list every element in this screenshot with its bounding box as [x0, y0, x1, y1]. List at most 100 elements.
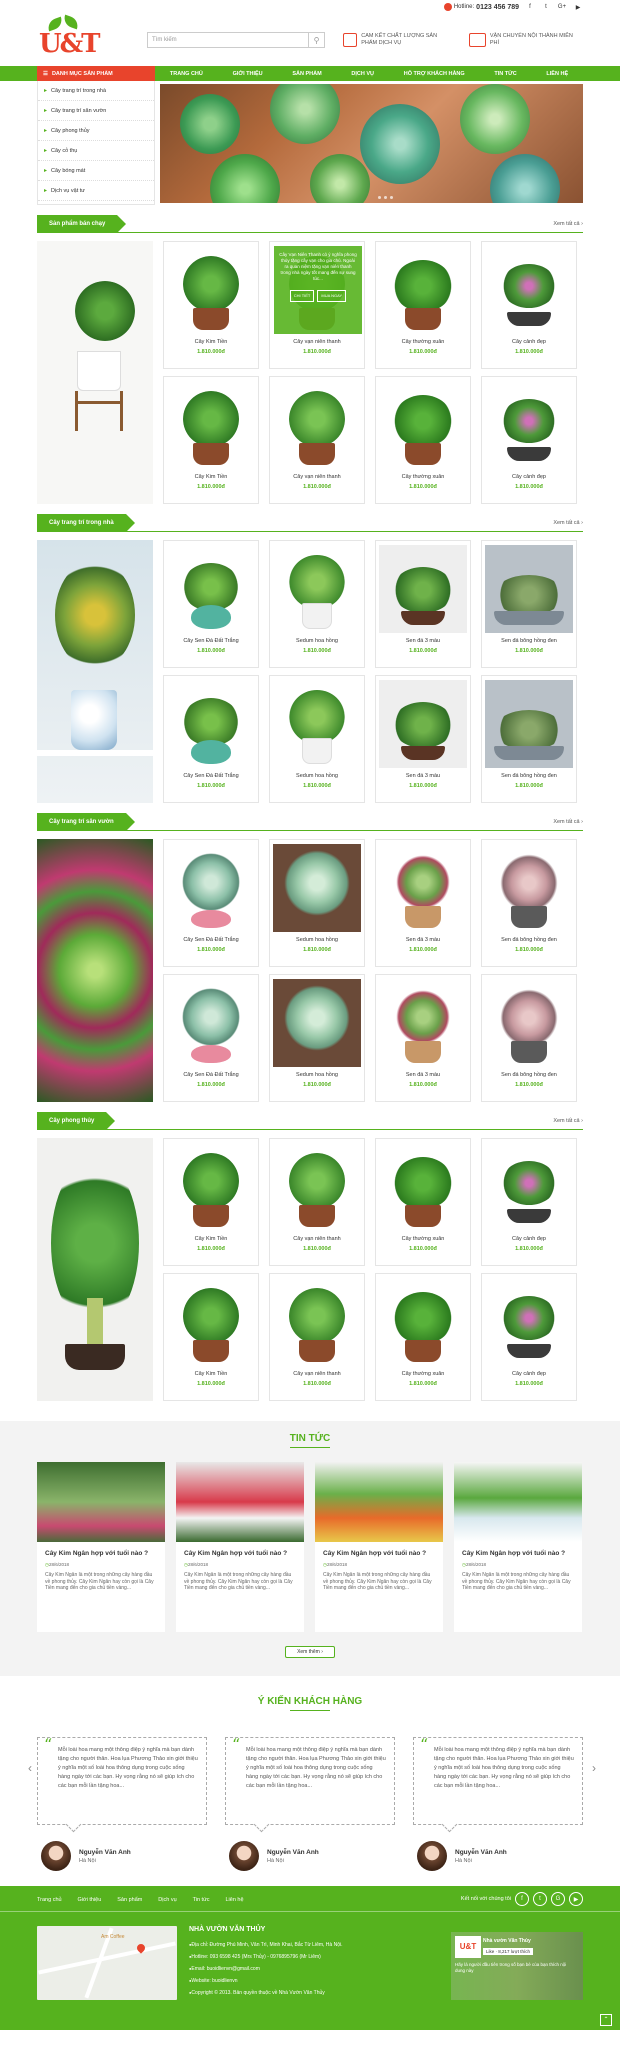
news-card-title[interactable]: Cây Kim Ngân hợp với tuổi nào ?: [454, 1542, 582, 1558]
chevron-right-icon[interactable]: ›: [592, 1761, 596, 1775]
footer-link-about[interactable]: Giới thiệu: [78, 1897, 102, 1903]
product-card[interactable]: Cây thường xuân 1.810.000đ: [375, 375, 471, 504]
map[interactable]: Am Coffee: [37, 1926, 177, 2000]
product-name[interactable]: Cây cảnh đẹp: [482, 1371, 576, 1377]
news-card[interactable]: Cây Kim Ngân hợp với tuổi nào ? 28/6/201…: [454, 1462, 582, 1632]
product-name[interactable]: Cây Sen Đá Đất Trắng: [164, 638, 258, 644]
product-name[interactable]: Cây thường xuân: [376, 1236, 470, 1242]
product-name[interactable]: Sen đá bông hồng đen: [482, 638, 576, 644]
view-all-link[interactable]: Xem tất cả ›: [553, 221, 583, 227]
product-card[interactable]: Cây Kim Tiền 1.810.000đ: [163, 375, 259, 504]
product-card[interactable]: Cây thường xuân 1.810.000đ: [375, 1272, 471, 1401]
facebook-widget[interactable]: U&T Nhà vườn Văn Thủy Like · 8,217 lượt …: [451, 1932, 583, 2000]
product-name[interactable]: Cây Kim Tiền: [164, 1371, 258, 1377]
product-name[interactable]: Sedum hoa hồng: [270, 773, 364, 779]
product-name[interactable]: Cây Kim Tiền: [164, 339, 258, 345]
footer-link-news[interactable]: Tin tức: [193, 1897, 210, 1903]
sidebar-item[interactable]: Cây trang trí sân vườn: [38, 101, 154, 121]
footer-link-contact[interactable]: Liên hệ: [225, 1897, 243, 1903]
detail-button[interactable]: CHI TIẾT: [289, 290, 315, 302]
sidebar-item[interactable]: Dịch vụ vật tư: [38, 181, 154, 201]
product-card[interactable]: Cây Vạn Niên Thanh cỏ ý nghĩa phong thủy…: [269, 241, 365, 369]
product-name[interactable]: Cây thường xuân: [376, 1371, 470, 1377]
sidebar-item[interactable]: Cây phong thủy: [38, 121, 154, 141]
product-name[interactable]: Cây Sen Đá Đất Trắng: [164, 937, 258, 943]
product-card[interactable]: Cây vạn niên thanh 1.810.000đ: [269, 1272, 365, 1401]
product-name[interactable]: Sen đá bông hồng đen: [482, 1072, 576, 1078]
product-card[interactable]: Cây vạn niên thanh 1.810.000đ: [269, 1138, 365, 1266]
google-plus-icon[interactable]: G: [551, 1892, 565, 1906]
product-card[interactable]: Cây thường xuân 1.810.000đ: [375, 1138, 471, 1266]
search-icon[interactable]: ⚲: [308, 33, 324, 47]
product-card[interactable]: Sedum hoa hồng 1.810.000đ: [269, 674, 365, 803]
youtube-icon[interactable]: ▶: [573, 4, 583, 11]
fb-like-button[interactable]: Like · 8,217 lượt thích: [483, 1948, 533, 1955]
product-card[interactable]: Cây Kim Tiền 1.810.000đ: [163, 241, 259, 369]
product-name[interactable]: Sen đá 3 màu: [376, 937, 470, 943]
product-name[interactable]: Cây vạn niên thanh: [270, 339, 364, 345]
twitter-icon[interactable]: t: [541, 4, 551, 10]
twitter-icon[interactable]: t: [533, 1892, 547, 1906]
product-card[interactable]: Cây Sen Đá Đất Trắng 1.810.000đ: [163, 839, 259, 967]
product-name[interactable]: Cây vạn niên thanh: [270, 1371, 364, 1377]
product-card[interactable]: Sen đá 3 màu 1.810.000đ: [375, 839, 471, 967]
product-card[interactable]: Sen đá 3 màu 1.810.000đ: [375, 973, 471, 1102]
product-name[interactable]: Cây vạn niên thanh: [270, 1236, 364, 1242]
section-banner-image[interactable]: [37, 839, 153, 1102]
nav-support[interactable]: HỖ TRỢ KHÁCH HÀNG: [404, 71, 465, 77]
product-name[interactable]: Cây thường xuân: [376, 474, 470, 480]
product-name[interactable]: Cây cảnh đẹp: [482, 1236, 576, 1242]
news-card-title[interactable]: Cây Kim Ngân hợp với tuổi nào ?: [315, 1542, 443, 1558]
view-all-link[interactable]: Xem tất cả ›: [553, 520, 583, 526]
product-name[interactable]: Cây vạn niên thanh: [270, 474, 364, 480]
product-card[interactable]: Cây Sen Đá Đất Trắng 1.810.000đ: [163, 540, 259, 668]
facebook-icon[interactable]: f: [515, 1892, 529, 1906]
section-banner-image[interactable]: [37, 241, 153, 504]
search-box[interactable]: Tìm kiếm ⚲: [147, 32, 325, 48]
product-card[interactable]: Sen đá 3 màu 1.810.000đ: [375, 674, 471, 803]
product-card[interactable]: Sedum hoa hồng 1.810.000đ: [269, 839, 365, 967]
news-more-button[interactable]: Xem thêm ›: [285, 1646, 335, 1658]
product-card[interactable]: Cây cảnh đẹp 1.810.000đ: [481, 1138, 577, 1266]
product-card[interactable]: Cây cảnh đẹp 1.810.000đ: [481, 1272, 577, 1401]
category-menu-button[interactable]: ☰ DANH MỤC SẢN PHẨM: [37, 66, 155, 81]
product-name[interactable]: Cây Kim Tiền: [164, 474, 258, 480]
news-card-title[interactable]: Cây Kim Ngân hợp với tuổi nào ?: [176, 1542, 304, 1558]
product-name[interactable]: Cây Sen Đá Đất Trắng: [164, 1072, 258, 1078]
news-card[interactable]: Cây Kim Ngân hợp với tuổi nào ? 28/6/201…: [176, 1462, 304, 1632]
buy-now-button[interactable]: MUA NGAY: [317, 290, 347, 302]
footer-link-home[interactable]: Trang chủ: [37, 1897, 62, 1903]
product-name[interactable]: Cây cảnh đẹp: [482, 339, 576, 345]
nav-about[interactable]: GIỚI THIỆU: [233, 71, 263, 77]
product-quickview[interactable]: Cây Vạn Niên Thanh cỏ ý nghĩa phong thủy…: [274, 246, 362, 334]
chevron-left-icon[interactable]: ‹: [28, 1761, 32, 1775]
google-plus-icon[interactable]: G+: [557, 4, 567, 10]
nav-products[interactable]: SẢN PHẨM: [292, 71, 321, 77]
news-card[interactable]: Cây Kim Ngân hợp với tuổi nào ? 28/6/201…: [37, 1462, 165, 1632]
logo[interactable]: U&T: [37, 14, 100, 63]
product-name[interactable]: Sedum hoa hồng: [270, 1072, 364, 1078]
product-card[interactable]: Cây thường xuân 1.810.000đ: [375, 241, 471, 369]
nav-services[interactable]: DỊCH VỤ: [351, 71, 374, 77]
product-card[interactable]: Cây Kim Tiền 1.810.000đ: [163, 1138, 259, 1266]
product-name[interactable]: Sen đá bông hồng đen: [482, 937, 576, 943]
product-card[interactable]: Sen đá bông hồng đen 1.810.000đ: [481, 540, 577, 668]
section-banner-image[interactable]: [37, 1138, 153, 1401]
product-name[interactable]: Sedum hoa hồng: [270, 638, 364, 644]
product-card[interactable]: Cây Sen Đá Đất Trắng 1.810.000đ: [163, 973, 259, 1102]
hero-banner[interactable]: [160, 84, 583, 203]
news-card[interactable]: Cây Kim Ngân hợp với tuổi nào ? 28/6/201…: [315, 1462, 443, 1632]
footer-link-products[interactable]: Sản phẩm: [117, 1897, 142, 1903]
product-card[interactable]: Cây vạn niên thanh 1.810.000đ: [269, 375, 365, 504]
section-banner-image[interactable]: [37, 540, 153, 803]
product-name[interactable]: Cây Sen Đá Đất Trắng: [164, 773, 258, 779]
product-card[interactable]: Sen đá 3 màu 1.810.000đ: [375, 540, 471, 668]
view-all-link[interactable]: Xem tất cả ›: [553, 1118, 583, 1124]
product-name[interactable]: Cây cảnh đẹp: [482, 474, 576, 480]
sidebar-item[interactable]: Cây trang trí trong nhà: [38, 81, 154, 101]
view-all-link[interactable]: Xem tất cả ›: [553, 819, 583, 825]
facebook-icon[interactable]: f: [525, 4, 535, 10]
product-name[interactable]: Sen đá 3 màu: [376, 773, 470, 779]
product-name[interactable]: Sen đá 3 màu: [376, 1072, 470, 1078]
product-name[interactable]: Cây Kim Tiền: [164, 1236, 258, 1242]
